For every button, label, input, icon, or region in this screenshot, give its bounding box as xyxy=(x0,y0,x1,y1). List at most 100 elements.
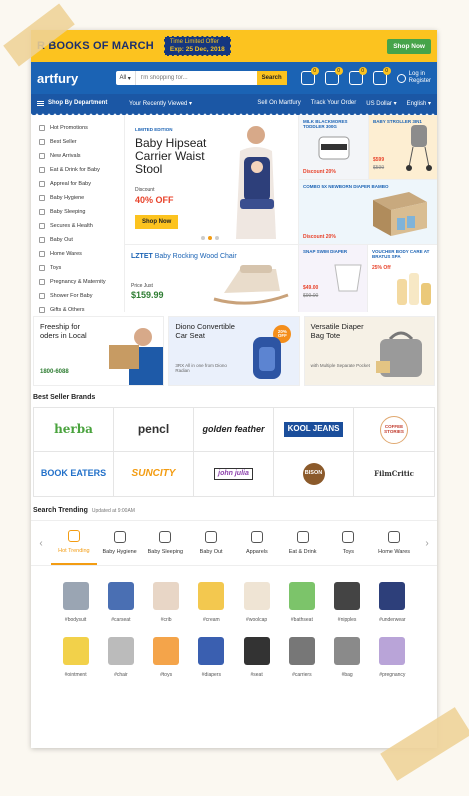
card-diaper-combo[interactable]: COMBO 5X NEWBORN DIAPER BAMBO Discount 2… xyxy=(299,180,437,245)
brand-logo: herba xyxy=(54,422,93,437)
brand-tile[interactable]: herba xyxy=(34,408,114,452)
banner-car-seat[interactable]: Diono Convertible Car Seat 3RX All in on… xyxy=(168,316,300,386)
sell-link[interactable]: Sell On Martfury xyxy=(257,100,300,107)
card-rocking-chair[interactable]: LZTET Baby Rocking Wood Chair Price Just… xyxy=(125,245,299,312)
carousel-dots[interactable] xyxy=(201,236,219,240)
brand-tile[interactable]: BISON xyxy=(274,452,354,496)
trending-tab[interactable]: Apparels xyxy=(234,521,280,565)
brand-tile[interactable]: FilmCritic xyxy=(354,452,434,496)
sidebar-item[interactable]: Secures & Health xyxy=(31,219,124,233)
car-seat-image xyxy=(252,337,281,379)
brand-tile[interactable]: COFFEE STORIES xyxy=(354,408,434,452)
brand-tile[interactable]: golden feather xyxy=(194,408,274,452)
sidebar-item[interactable]: Gifts & Others xyxy=(31,303,124,317)
sidebar-item[interactable]: New Arrivals xyxy=(31,149,124,163)
tabs-prev-arrow-icon[interactable]: ‹ xyxy=(31,538,51,549)
wishlist-icon[interactable]: 0 xyxy=(348,67,367,85)
brand-tile[interactable]: john julia xyxy=(194,452,274,496)
sidebar-item[interactable]: Hot Promotions xyxy=(31,121,124,135)
sidebar-item[interactable]: Best Seller xyxy=(31,135,124,149)
sidebar-item[interactable]: Baby Out xyxy=(31,233,124,247)
hero-title: Baby Hipseat Carrier Waist Stool xyxy=(135,136,207,177)
card-swim-diaper[interactable]: SNAP SWIM DIAPER $49.00 $99.00 xyxy=(299,245,368,312)
logo[interactable]: artfury xyxy=(37,71,116,86)
trending-tab[interactable]: Toys xyxy=(326,521,372,565)
tabs-next-arrow-icon[interactable]: › xyxy=(417,538,437,549)
hotline: 1800-6088 xyxy=(40,369,69,375)
sidebar-item[interactable]: Eat & Drink for Baby xyxy=(31,163,124,177)
trending-product[interactable]: #bag xyxy=(325,637,370,678)
tab-icon xyxy=(388,531,401,543)
cart-icon[interactable]: 0 xyxy=(372,67,391,85)
brand-tile[interactable]: SUNCITY xyxy=(114,452,194,496)
trending-product[interactable]: #crib xyxy=(144,582,189,623)
category-icon xyxy=(39,153,45,159)
trending-tab[interactable]: Baby Hygiene xyxy=(97,521,143,565)
brand-tile[interactable]: BOOK EATERS xyxy=(34,452,114,496)
main-nav: Shop By Department Your Recently Viewed … xyxy=(31,94,437,112)
search-input[interactable] xyxy=(136,71,257,85)
sidebar-item[interactable]: Baby Hygiene xyxy=(31,191,124,205)
tab-icon xyxy=(159,531,172,543)
trending-product[interactable]: #bathseat xyxy=(279,582,324,623)
trending-product[interactable]: #woolcap xyxy=(234,582,279,623)
trending-product[interactable]: #seat xyxy=(234,637,279,678)
rocker-price: $159.99 xyxy=(131,290,164,300)
trending-product[interactable]: #toys xyxy=(144,637,189,678)
compare-icon[interactable]: 0 xyxy=(300,67,319,85)
card-milk[interactable]: MILK BLACKMORES TODDLER 300G Discount 20… xyxy=(299,115,369,179)
product-thumbnail xyxy=(62,637,89,665)
trending-product[interactable]: #nipples xyxy=(325,582,370,623)
trending-tab[interactable]: Eat & Drink xyxy=(280,521,326,565)
trending-product[interactable]: #carriers xyxy=(279,637,324,678)
trending-product[interactable]: #underwear xyxy=(370,582,415,623)
banner-diaper-bag[interactable]: Versatile Diaper Bag Tote with Multiple … xyxy=(303,316,435,386)
search-category-select[interactable]: All ▾ xyxy=(116,71,137,85)
search-bar: All ▾ Search xyxy=(116,71,287,85)
track-order-link[interactable]: Track Your Order xyxy=(311,100,356,107)
sidebar-item[interactable]: Baby Sleeping xyxy=(31,205,124,219)
sidebar-item[interactable]: Appreal for Baby xyxy=(31,177,124,191)
brands-grid: herba pencl golden feather KOOL JEANS COFFEE… xyxy=(33,407,435,497)
banner-freeship[interactable]: Freeship for oders in Local 1800-6088 xyxy=(33,316,165,386)
trending-tab[interactable]: Hot Trending xyxy=(51,521,97,565)
card-stroller[interactable]: BABY STROLLER 3IN1 $599 $599 xyxy=(369,115,437,179)
trending-tab[interactable]: Baby Out xyxy=(188,521,234,565)
sidebar-item[interactable]: Home Wares xyxy=(31,247,124,261)
trending-product[interactable]: #ointment xyxy=(53,637,98,678)
sidebar-item[interactable]: Pregnancy & Maternity xyxy=(31,275,124,289)
shop-now-button[interactable]: Shop Now xyxy=(387,38,431,54)
card-voucher[interactable]: VOUCHER BODY CARE AT BRATUS SPA 25% Off xyxy=(368,245,437,312)
sidebar-item[interactable]: Toys xyxy=(31,261,124,275)
brand-logo: john julia xyxy=(214,468,253,480)
menu-icon xyxy=(37,100,44,106)
trending-product[interactable]: #diapers xyxy=(189,637,234,678)
mid-banners: Freeship for oders in Local 1800-6088 Di… xyxy=(31,316,437,386)
page-preview: R BOOKS OF MARCH Time Limited Offer Exp:… xyxy=(31,30,437,748)
shop-by-department[interactable]: Shop By Department xyxy=(37,100,129,106)
brand-tile[interactable]: pencl xyxy=(114,408,194,452)
recently-viewed[interactable]: Your Recently Viewed ▾ xyxy=(129,100,257,107)
trending-product[interactable]: #carseat xyxy=(98,582,143,623)
currency-select[interactable]: US Dollar ▾ xyxy=(366,100,396,107)
language-select[interactable]: English ▾ xyxy=(407,100,431,107)
product-thumbnail xyxy=(243,637,270,665)
hero-banner[interactable]: LIMITED EDITION Baby Hipseat Carrier Wai… xyxy=(125,115,299,245)
diaper-box-image xyxy=(373,192,427,236)
chat-icon[interactable]: 0 xyxy=(324,67,343,85)
brand-tile[interactable]: KOOL JEANS xyxy=(274,408,354,452)
trending-tab[interactable]: Baby Sleeping xyxy=(143,521,189,565)
header: artfury All ▾ Search 0 0 0 0 Log inRegis… xyxy=(31,62,437,94)
product-thumbnail xyxy=(153,637,180,665)
trending-product[interactable]: #bodysuit xyxy=(53,582,98,623)
login-link[interactable]: Log in Register xyxy=(396,71,431,84)
search-button[interactable]: Search xyxy=(256,71,287,85)
sidebar-item[interactable]: Shower For Baby xyxy=(31,289,124,303)
trending-product[interactable]: #pregnancy xyxy=(370,637,415,678)
trending-product[interactable]: #cream xyxy=(189,582,234,623)
rocking-chair-image xyxy=(213,265,289,305)
trending-tab[interactable]: Home Wares xyxy=(371,521,417,565)
product-thumbnail xyxy=(334,637,361,665)
hero-shop-button[interactable]: Shop Now xyxy=(135,215,179,229)
trending-product[interactable]: #chair xyxy=(98,637,143,678)
